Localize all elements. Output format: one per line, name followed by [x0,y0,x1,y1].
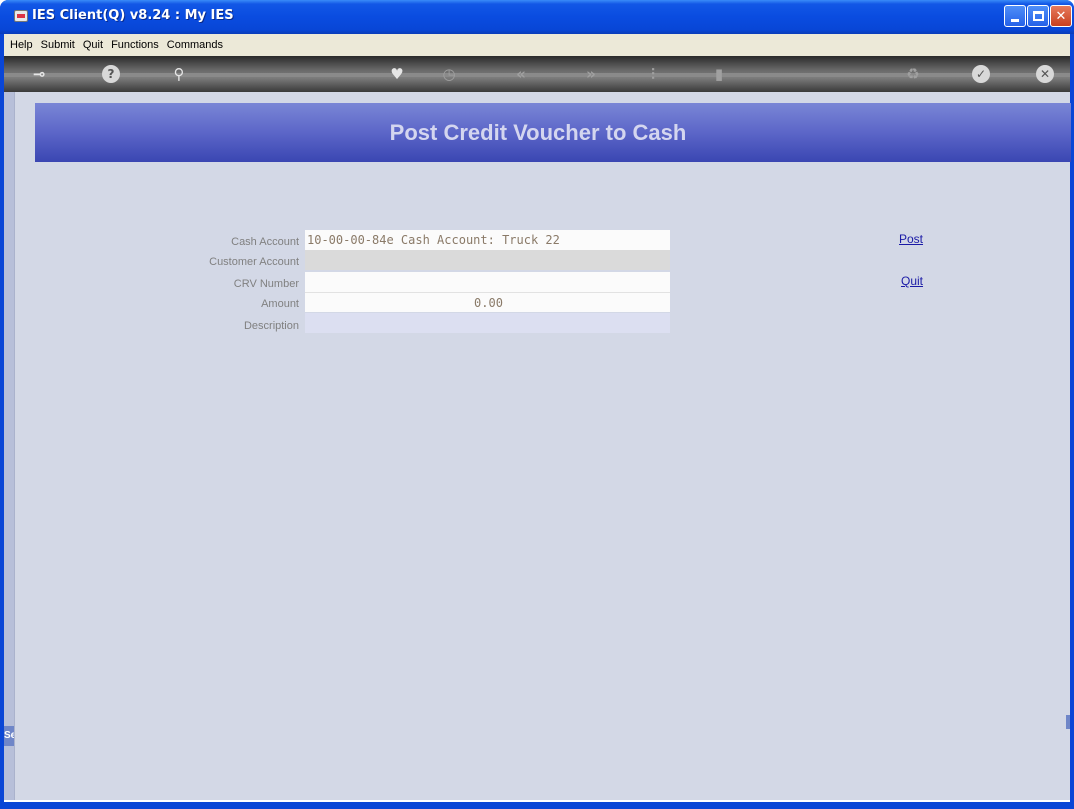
form-area: Post Credit Voucher to Cash Cash Account… [14,92,1071,800]
cash-account-value: 10-00-00-84e Cash Account: Truck 22 [307,233,560,247]
search-icon[interactable]: ⚲ [170,65,188,83]
session-strip [4,92,14,800]
description-field[interactable] [305,313,670,333]
cash-account-field[interactable]: 10-00-00-84e Cash Account: Truck 22 [305,230,670,250]
close-window-button[interactable]: ✕ [1050,5,1072,27]
menu-bar: Help Submit Quit Functions Commands [4,34,1070,56]
amount-value: 0.00 [474,296,503,310]
tool-icon[interactable]: ⫶ [644,65,662,83]
customer-account-field[interactable] [305,250,670,270]
post-link[interactable]: Post [899,232,923,246]
clock-icon[interactable]: ◷ [440,65,458,83]
check-icon[interactable]: ✓ [972,65,990,83]
heart-icon[interactable]: ♥ [388,65,406,83]
cash-account-label: Cash Account [231,236,299,248]
description-label: Description [243,320,299,332]
maximize-button[interactable] [1027,5,1049,27]
recycle-icon[interactable]: ♻ [904,65,922,83]
forward-icon[interactable]: » [580,65,602,83]
close-x-icon: ✕ [1055,8,1067,24]
scroll-marker[interactable] [1066,715,1070,729]
toolbar: ⊸ ? ⚲ ♥ ◷ « » ⫶ ▮ ♻ ✓ ✕ [4,56,1070,92]
menu-commands[interactable]: Commands [163,39,227,51]
crv-number-label: CRV Number [233,278,299,290]
form-header: Post Credit Voucher to Cash [35,103,1071,162]
menu-help[interactable]: Help [6,39,37,51]
amount-label: Amount [261,298,299,310]
menu-submit[interactable]: Submit [37,39,79,51]
key-icon[interactable]: ⊸ [26,65,52,83]
close-icon[interactable]: ✕ [1036,65,1054,83]
menu-quit[interactable]: Quit [79,39,107,51]
minimize-button[interactable] [1004,5,1026,27]
minimize-icon [1011,18,1019,22]
maximize-icon [1032,11,1044,21]
app-window: IES Client(Q) v8.24 : My IES ✕ Help Subm… [0,0,1074,809]
menu-functions[interactable]: Functions [107,39,163,51]
app-icon [14,10,28,22]
customer-account-label: Customer Account [209,256,299,268]
page-title: Post Credit Voucher to Cash [389,119,687,145]
client-area: Ses E Post Credit Voucher to Cash Cash A… [4,92,1071,802]
crv-number-field[interactable] [305,272,670,292]
page-icon[interactable]: ▮ [710,65,728,83]
rewind-icon[interactable]: « [510,65,532,83]
quit-link[interactable]: Quit [901,274,923,288]
help-icon[interactable]: ? [102,65,120,83]
amount-field[interactable]: 0.00 [305,292,670,312]
window-title: IES Client(Q) v8.24 : My IES [32,8,234,23]
title-bar[interactable]: IES Client(Q) v8.24 : My IES ✕ [0,0,1074,34]
